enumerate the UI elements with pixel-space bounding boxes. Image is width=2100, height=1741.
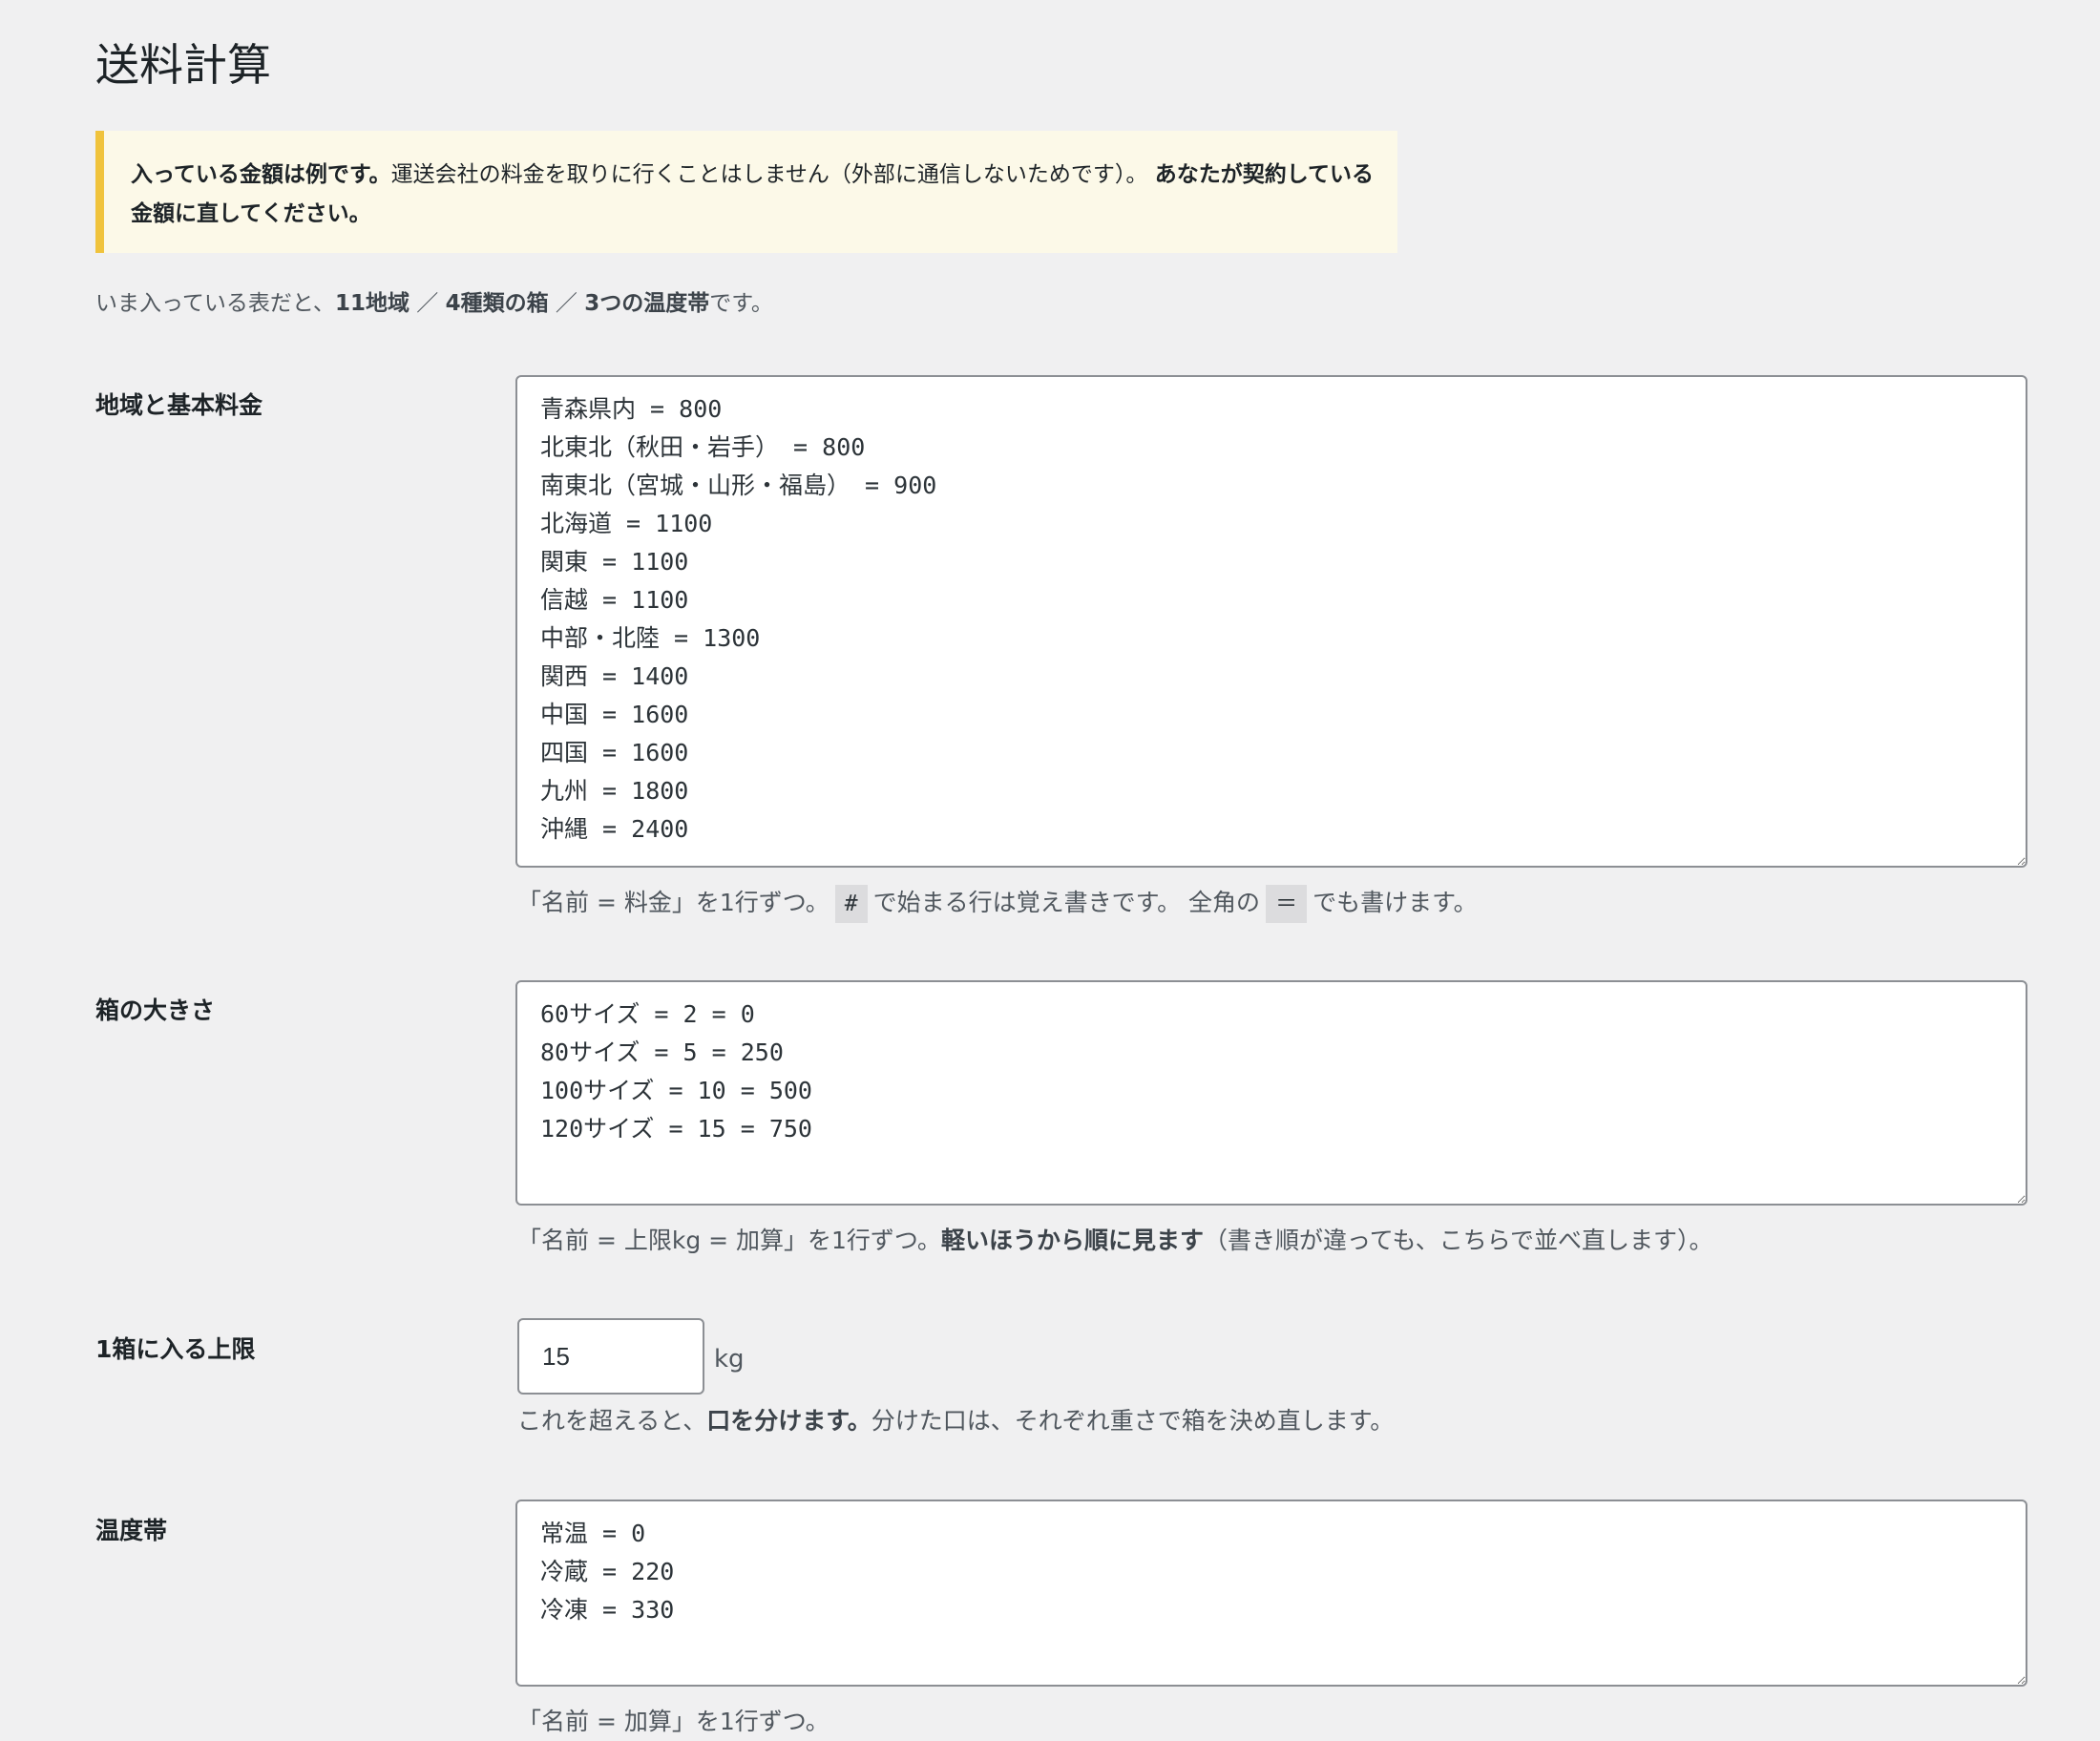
summary-temps: 3つの温度帯 bbox=[584, 291, 710, 316]
settings-page: 送料計算 入っている金額は例です。運送会社の料金を取りに行くことはしません（外部… bbox=[0, 0, 2100, 1735]
boxes-help-text-1: 「名前 = 上限kg = 加算」を1行ずつ。 bbox=[517, 1227, 941, 1254]
max-weight-unit: kg bbox=[714, 1345, 745, 1374]
summary-regions: 11地域 bbox=[334, 291, 410, 316]
regions-help-code-hash: # bbox=[834, 885, 868, 923]
boxes-label: 箱の大きさ bbox=[95, 996, 216, 1024]
summary-sep-2: ／ bbox=[548, 291, 585, 316]
regions-help-text-2: で始まる行は覚え書きです。 全角の bbox=[872, 889, 1261, 916]
regions-help: 「名前 = 料金」を1行ずつ。 # で始まる行は覚え書きです。 全角の＝でも書けます… bbox=[517, 884, 1478, 923]
max-weight-help: これを超えると、口を分けます。分けた口は、それぞれ重さで箱を決め直します。 bbox=[517, 1402, 1394, 1440]
max-weight-help-bold: 口を分けます。 bbox=[706, 1407, 872, 1435]
boxes-help-bold: 軽いほうから順に見ます bbox=[940, 1227, 1204, 1254]
table-summary: いま入っている表だと、11地域 ／ 4種類の箱 ／ 3つの温度帯です。 bbox=[95, 284, 773, 323]
max-weight-help-text-2: 分けた口は、それぞれ重さで箱を決め直します。 bbox=[871, 1407, 1395, 1435]
temperature-label: 温度帯 bbox=[95, 1517, 168, 1544]
boxes-help-text-2: （書き順が違っても、こちらで並べ直します）。 bbox=[1203, 1227, 1713, 1254]
regions-help-text-1: 「名前 = 料金」を1行ずつ。 bbox=[517, 889, 830, 916]
max-weight-label: 1箱に入る上限 bbox=[95, 1335, 256, 1363]
regions-help-text-3: でも書けます。 bbox=[1312, 889, 1478, 916]
regions-help-code-equals: ＝ bbox=[1266, 885, 1308, 923]
boxes-textarea[interactable]: 60サイズ = 2 = 0 80サイズ = 5 = 250 100サイズ = 1… bbox=[515, 980, 2027, 1206]
summary-suffix: です。 bbox=[709, 291, 773, 316]
max-weight-help-text-1: これを超えると、 bbox=[517, 1407, 707, 1435]
notice-bold-lead: 入っている金額は例です。 bbox=[131, 162, 391, 187]
max-weight-input[interactable] bbox=[517, 1318, 704, 1395]
warning-notice: 入っている金額は例です。運送会社の料金を取りに行くことはしません（外部に通信しな… bbox=[95, 131, 1397, 253]
boxes-help: 「名前 = 上限kg = 加算」を1行ずつ。軽いほうから順に見ます（書き順が違っ… bbox=[517, 1222, 1712, 1260]
page-title: 送料計算 bbox=[95, 39, 271, 91]
summary-prefix: いま入っている表だと、 bbox=[95, 291, 335, 316]
summary-sep-1: ／ bbox=[409, 291, 446, 316]
temperature-textarea[interactable]: 常温 = 0 冷蔵 = 220 冷凍 = 330 bbox=[515, 1500, 2027, 1687]
regions-textarea[interactable]: 青森県内 = 800 北東北（秋田・岩手） = 800 南東北（宮城・山形・福島… bbox=[515, 375, 2027, 868]
temperature-help: 「名前 = 加算」を1行ずつ。 bbox=[517, 1708, 830, 1735]
notice-text: 運送会社の料金を取りに行くことはしません（外部に通信しないためです）。 bbox=[390, 162, 1148, 187]
summary-boxes: 4種類の箱 bbox=[445, 291, 549, 316]
regions-label: 地域と基本料金 bbox=[95, 391, 263, 419]
